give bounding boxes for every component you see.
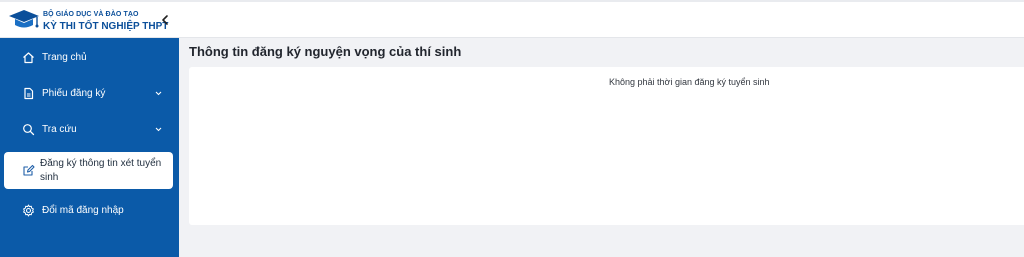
chevron-left-icon[interactable]: [158, 13, 172, 27]
chevron-down-icon: [155, 91, 162, 96]
sidebar-item-label: Phiếu đăng ký: [42, 88, 106, 99]
page-title: Thông tin đăng ký nguyện vọng của thí si…: [189, 44, 462, 59]
edit-icon: [23, 164, 35, 176]
content-card: Không phải thời gian đăng ký tuyển sinh: [189, 67, 1024, 225]
top-header: BỘ GIÁO DỤC VÀ ĐÀO TẠO KỲ THI TỐT NGHIỆP…: [0, 0, 1024, 38]
sidebar-item-registration-form[interactable]: Phiếu đăng ký: [4, 80, 172, 108]
sidebar-item-lookup[interactable]: Tra cứu: [4, 116, 172, 144]
home-icon: [23, 52, 34, 64]
top-divider: [0, 0, 1024, 2]
sidebar-item-label: Đổi mã đăng nhập: [42, 205, 124, 216]
graduation-cap-logo-icon: [9, 10, 39, 28]
sidebar-item-label: Tra cứu: [42, 124, 77, 135]
empty-state-message: Không phải thời gian đăng ký tuyển sinh: [609, 77, 770, 87]
document-icon: [24, 87, 34, 100]
sidebar: Trang chủ Phiếu đăng ký Tra cứu Đăng ký …: [0, 38, 179, 257]
gear-icon: [23, 204, 34, 217]
search-icon: [23, 124, 35, 136]
org-name: BỘ GIÁO DỤC VÀ ĐÀO TẠO: [43, 11, 139, 18]
sidebar-item-home[interactable]: Trang chủ: [4, 44, 172, 72]
chevron-down-icon: [155, 127, 162, 132]
sidebar-item-admission-registration[interactable]: Đăng ký thông tin xét tuyển sinh: [4, 152, 173, 189]
sidebar-item-label: Đăng ký thông tin xét tuyển sinh: [40, 158, 162, 183]
app-name: KỲ THI TỐT NGHIỆP THPT: [43, 21, 169, 32]
sidebar-item-label: Trang chủ: [42, 52, 87, 63]
sidebar-item-change-password[interactable]: Đổi mã đăng nhập: [4, 197, 172, 225]
